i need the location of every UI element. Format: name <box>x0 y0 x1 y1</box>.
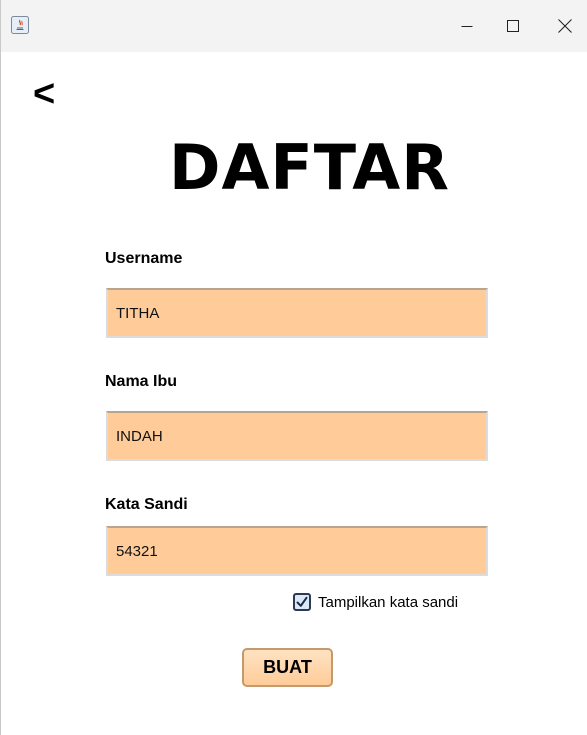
java-icon <box>11 16 29 34</box>
close-icon <box>558 19 572 33</box>
username-field[interactable] <box>106 288 488 338</box>
minimize-button[interactable] <box>444 0 490 52</box>
show-password-checkbox[interactable] <box>293 593 311 611</box>
show-password-toggle[interactable]: Tampilkan kata sandi <box>293 590 458 614</box>
show-password-label: Tampilkan kata sandi <box>318 593 459 611</box>
back-button[interactable]: < <box>33 72 55 116</box>
mother-name-label: Nama Ibu <box>105 373 178 390</box>
create-account-button[interactable]: BUAT <box>242 648 333 687</box>
minimize-icon <box>461 26 473 27</box>
password-label: Kata Sandi <box>105 496 188 513</box>
username-label: Username <box>105 250 183 267</box>
checkmark-icon <box>296 596 308 607</box>
title-bar[interactable] <box>1 0 587 52</box>
close-button[interactable] <box>542 0 587 52</box>
register-window: < DAFTAR Username Nama Ibu Kata Sandi Ta… <box>0 0 587 735</box>
maximize-button[interactable] <box>490 0 536 52</box>
page-title: DAFTAR <box>168 131 450 204</box>
maximize-icon <box>507 20 519 32</box>
password-field[interactable] <box>106 526 488 576</box>
mother-name-field[interactable] <box>106 411 488 461</box>
